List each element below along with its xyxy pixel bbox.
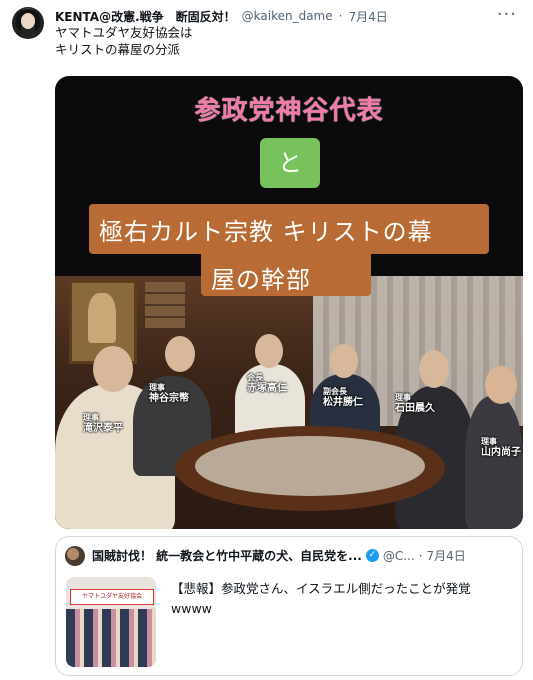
- person-role-6: 理事: [481, 437, 497, 446]
- quoted-thumbnail[interactable]: ヤマトユダヤ友好協会: [66, 577, 156, 667]
- person-name-6: 山内尚子: [481, 447, 521, 458]
- person-role-5: 理事: [395, 393, 411, 402]
- thumbnail-group: [66, 609, 156, 667]
- tweet-date[interactable]: 7月4日: [348, 8, 387, 25]
- author-handle[interactable]: @kaiken_dame: [242, 9, 333, 23]
- person-name-1: 滝沢泰平: [83, 423, 123, 434]
- table-dishes: [195, 436, 425, 496]
- person-6-head: [485, 366, 517, 404]
- group-photo: 理事 滝沢泰平 理事 神谷宗幣 会長 赤塚高仁 副会長 松井勝仁 理事 石田晨久…: [55, 276, 523, 529]
- quoted-header: 国賊討伐！ 統一教会と竹中平蔵の犬、自民党を... ✓ @C... · 7月4日: [92, 547, 512, 564]
- person-name-4: 松井勝仁: [323, 397, 363, 408]
- person-name-3: 赤塚高仁: [247, 383, 287, 394]
- person-label-5: 理事 石田晨久: [395, 392, 435, 414]
- person-role-4: 副会長: [323, 387, 347, 396]
- quoted-author-name[interactable]: 国賊討伐！ 統一教会と竹中平蔵の犬、自民党を...: [92, 547, 362, 564]
- person-name-5: 石田晨久: [395, 403, 435, 414]
- person-label-3: 会長 赤塚高仁: [247, 372, 287, 394]
- verified-badge-icon: ✓: [365, 549, 379, 562]
- person-1-head: [93, 346, 133, 392]
- quoted-date[interactable]: 7月4日: [427, 547, 466, 564]
- person-role-3: 会長: [247, 373, 263, 382]
- quoted-separator-dot: ·: [418, 548, 423, 563]
- person-5-head: [419, 350, 449, 388]
- person-label-1: 理事 滝沢泰平: [83, 412, 123, 434]
- person-label-2: 理事 神谷宗幣: [149, 382, 189, 404]
- quoted-author-handle[interactable]: @C...: [383, 549, 415, 563]
- more-options-icon[interactable]: ···: [497, 4, 517, 25]
- overlay-line-1: 極右カルト宗教 キリストの幕: [99, 218, 433, 246]
- quoted-tweet[interactable]: 国賊討伐！ 統一教会と竹中平蔵の犬、自民党を... ✓ @C... · 7月4日…: [55, 536, 523, 676]
- person-label-4: 副会長 松井勝仁: [323, 386, 363, 408]
- person-label-6: 理事 山内尚子: [481, 436, 521, 458]
- author-avatar[interactable]: [12, 7, 44, 39]
- separator-dot: ·: [338, 9, 343, 23]
- overlay-connector: と: [260, 138, 320, 188]
- tweet-media-image[interactable]: 理事 滝沢泰平 理事 神谷宗幣 会長 赤塚高仁 副会長 松井勝仁 理事 石田晨久…: [55, 76, 523, 529]
- person-role-2: 理事: [149, 383, 165, 392]
- quoted-author-avatar[interactable]: [65, 546, 85, 566]
- photo-shelf: [145, 282, 185, 328]
- overlay-title: 参政党神谷代表: [194, 96, 384, 126]
- person-name-2: 神谷宗幣: [149, 393, 189, 404]
- tweet-header: KENTA@改憲.戦争 断固反対！ @kaiken_dame · 7月4日: [55, 6, 493, 26]
- tweet[interactable]: KENTA@改憲.戦争 断固反対！ @kaiken_dame · 7月4日 ··…: [0, 0, 533, 680]
- person-3-head: [255, 334, 283, 368]
- person-2-head: [165, 336, 195, 372]
- author-name[interactable]: KENTA@改憲.戦争 断固反対！: [55, 8, 236, 25]
- quoted-text: 【悲報】参政党さん、イスラエル側だったことが発覚wwww: [171, 581, 471, 616]
- overlay-line-2: 屋の幹部: [211, 266, 311, 294]
- person-4-head: [330, 344, 358, 378]
- person-role-1: 理事: [83, 413, 99, 422]
- person-6: [465, 396, 523, 529]
- avatar-face: [21, 13, 35, 29]
- tweet-text: ヤマトユダヤ友好協会は キリストの幕屋の分派: [55, 25, 193, 57]
- thumbnail-banner: ヤマトユダヤ友好協会: [70, 589, 154, 605]
